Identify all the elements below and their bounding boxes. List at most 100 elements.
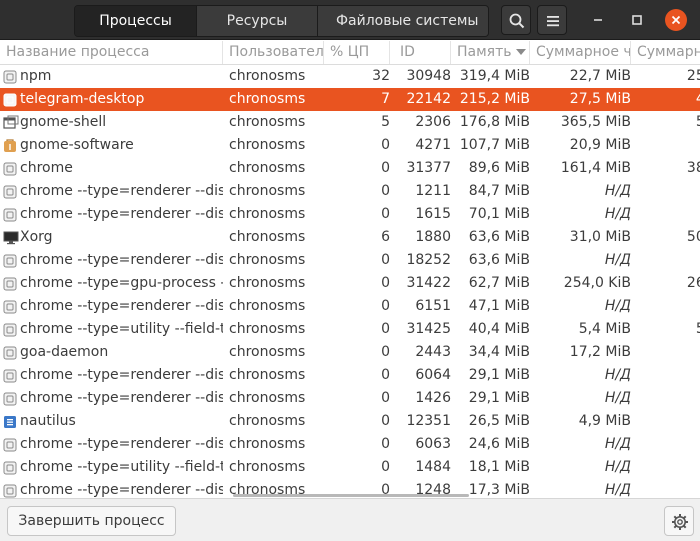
process-name: gnome-software <box>20 137 134 153</box>
column-disk-read-total[interactable]: Суммарное ч <box>530 41 631 64</box>
process-disk-read-total: 20,9 MiB <box>569 137 631 153</box>
process-cpu: 0 <box>381 206 390 222</box>
maximize-icon <box>632 15 642 25</box>
minimize-button[interactable] <box>587 9 609 31</box>
process-cpu: 0 <box>381 321 390 337</box>
process-id: 1426 <box>415 390 451 406</box>
file-manager-icon <box>3 414 17 428</box>
process-name: chrome --type=utility --field-tria <box>20 459 223 475</box>
header-bar: Процессы Ресурсы Файловые системы <box>0 0 700 40</box>
process-id: 31422 <box>406 275 451 291</box>
process-memory: 40,4 MiB <box>468 321 530 337</box>
process-cpu: 7 <box>381 91 390 107</box>
action-bar: Завершить процесс <box>0 498 700 541</box>
gear-icon <box>672 514 688 530</box>
process-disk-write-total: 3,6 <box>637 134 700 157</box>
process-list[interactable]: npm chronosms 32 30948 319,4 MiB 22,7 MiB 250,… <box>0 65 700 498</box>
process-memory: 107,7 MiB <box>459 137 530 153</box>
process-name: nautilus <box>20 413 76 429</box>
process-user: chronosms <box>229 229 306 245</box>
process-name: chrome --type=renderer --disat <box>20 252 223 268</box>
tab-resources[interactable]: Ресурсы <box>197 6 318 36</box>
end-process-button[interactable]: Завершить процесс <box>7 506 176 536</box>
search-button[interactable] <box>501 5 531 35</box>
process-disk-write-total: 479, <box>637 88 700 111</box>
process-row[interactable]: chrome --type=renderer --disat chronosms 0… <box>0 433 700 456</box>
column-process-name[interactable]: Название процесса <box>0 41 223 64</box>
process-disk-write-total <box>637 295 700 318</box>
process-cpu: 0 <box>381 137 390 153</box>
process-user: chronosms <box>229 321 306 337</box>
menu-button[interactable] <box>537 5 567 35</box>
process-disk-read-total: 27,5 MiB <box>569 91 631 107</box>
column-disk-write-total[interactable]: Суммарная <box>631 41 700 64</box>
process-row[interactable]: chrome chronosms 0 31377 89,6 MiB 161,4 MiB 38… <box>0 157 700 180</box>
process-row[interactable]: chrome --type=renderer --disat chronosms 0… <box>0 387 700 410</box>
generic-app-icon <box>3 69 17 84</box>
process-row[interactable]: chrome --type=renderer --disat chronosms 0… <box>0 295 700 318</box>
column-memory[interactable]: Память <box>451 41 530 64</box>
column-cpu[interactable]: % ЦП <box>324 41 390 64</box>
maximize-button[interactable] <box>626 9 648 31</box>
process-name: chrome <box>20 160 73 176</box>
process-name: npm <box>20 68 52 84</box>
process-row[interactable]: chrome --type=renderer --disat chronosms 0… <box>0 364 700 387</box>
generic-app-icon <box>3 253 17 268</box>
process-row[interactable]: gnome-software chronosms 0 4271 107,7 MiB 20,… <box>0 134 700 157</box>
process-user: chronosms <box>229 390 306 406</box>
generic-app-icon <box>3 299 17 314</box>
column-user[interactable]: Пользователь <box>223 41 324 64</box>
generic-app-icon <box>3 391 17 406</box>
process-row[interactable]: gnome-shell chronosms 5 2306 176,8 MiB 365,5 … <box>0 111 700 134</box>
process-id: 6063 <box>415 436 451 452</box>
process-disk-write-total <box>637 433 700 456</box>
process-disk-write-total <box>637 479 700 498</box>
process-id: 1484 <box>415 459 451 475</box>
process-id: 18252 <box>406 252 451 268</box>
generic-app-icon <box>3 207 17 222</box>
process-cpu: 0 <box>381 298 390 314</box>
search-icon <box>509 13 525 29</box>
process-memory: 63,6 MiB <box>468 252 530 268</box>
process-disk-read-total: 365,5 MiB <box>560 114 631 130</box>
process-row[interactable]: chrome --type=renderer --disat chronosms 0… <box>0 249 700 272</box>
process-disk-read-total: 4,9 MiB <box>578 413 631 429</box>
process-disk-read-total: 22,7 MiB <box>569 68 631 84</box>
process-row[interactable]: goa-daemon chronosms 0 2443 34,4 MiB 17,2 MiB… <box>0 341 700 364</box>
process-row[interactable]: nautilus chronosms 0 12351 26,5 MiB 4,9 MiB 3,… <box>0 410 700 433</box>
process-name: chrome --type=renderer --disat <box>20 183 223 199</box>
process-user: chronosms <box>229 344 306 360</box>
column-id[interactable]: ID <box>390 41 451 64</box>
process-disk-read-total: Н/Д <box>604 183 631 199</box>
process-row[interactable]: Xorg chronosms 6 1880 63,6 MiB 31,0 MiB 502,5 <box>0 226 700 249</box>
process-row[interactable]: chrome --type=utility --field-tria chrono… <box>0 318 700 341</box>
process-user: chronosms <box>229 367 306 383</box>
close-icon <box>671 15 681 25</box>
process-row[interactable]: chrome --type=renderer --disat chronosms 0… <box>0 203 700 226</box>
process-cpu: 5 <box>381 114 390 130</box>
process-row[interactable]: chrome --type=utility --field-tria chrono… <box>0 456 700 479</box>
process-cpu: 0 <box>381 413 390 429</box>
process-row[interactable]: npm chronosms 32 30948 319,4 MiB 22,7 MiB 250,… <box>0 65 700 88</box>
process-disk-read-total: Н/Д <box>604 367 631 383</box>
process-row[interactable]: chrome --type=renderer --disat chronosms 0… <box>0 180 700 203</box>
process-disk-read-total: Н/Д <box>604 459 631 475</box>
process-disk-write-total: 54,0 <box>637 318 700 341</box>
process-cpu: 0 <box>381 160 390 176</box>
generic-app-icon <box>3 368 17 383</box>
process-name: chrome --type=renderer --disat <box>20 482 223 498</box>
process-row[interactable]: telegram-desktop chronosms 7 22142 215,2 MiB… <box>0 88 700 111</box>
tab-file-systems[interactable]: Файловые системы <box>318 6 488 36</box>
process-memory: 34,4 MiB <box>468 344 530 360</box>
window-icon <box>3 115 19 129</box>
sort-descending-icon <box>515 49 526 55</box>
process-row[interactable]: chrome --type=gpu-process --fi chronosms 0… <box>0 272 700 295</box>
generic-app-icon <box>3 345 17 360</box>
process-id: 30948 <box>406 68 451 84</box>
tab-processes[interactable]: Процессы <box>75 6 197 36</box>
process-cpu: 32 <box>372 68 390 84</box>
horizontal-scrollbar[interactable] <box>233 494 469 497</box>
close-button[interactable] <box>665 9 687 31</box>
process-properties-button[interactable] <box>664 506 694 536</box>
process-id: 2443 <box>415 344 451 360</box>
